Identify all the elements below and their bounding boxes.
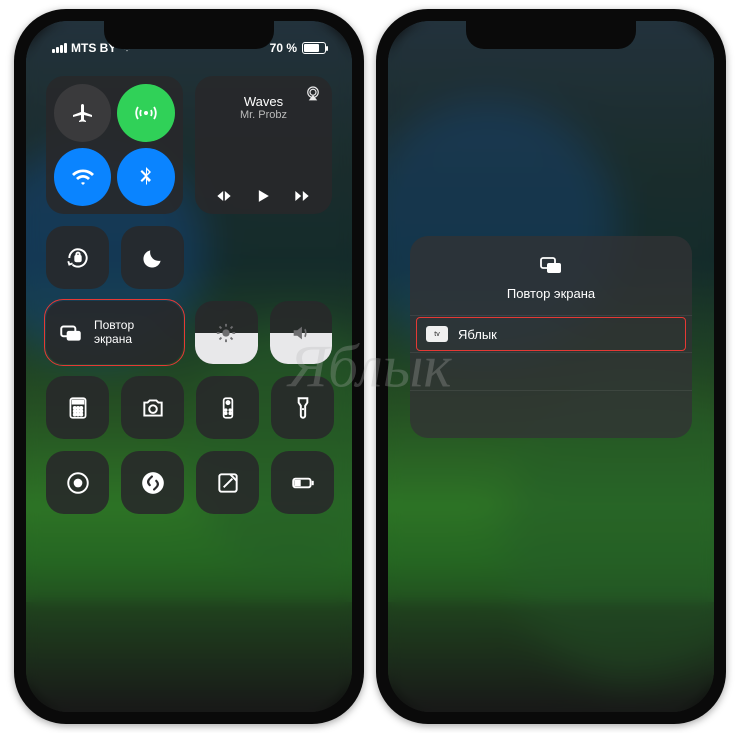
airplay-icon[interactable] (304, 84, 322, 102)
airplane-mode-toggle[interactable] (54, 84, 111, 142)
cellular-data-icon (134, 101, 158, 125)
control-center: Waves Mr. Probz (26, 21, 352, 712)
notch (466, 21, 636, 49)
media-tile[interactable]: Waves Mr. Probz (195, 76, 332, 214)
battery-percent: 70 % (270, 41, 297, 55)
empty-row (410, 390, 692, 428)
orientation-lock-button[interactable] (46, 226, 109, 289)
phone-right: Повтор экрана tv Яблык (376, 9, 726, 724)
notch (104, 21, 274, 49)
screen-mirroring-panel: Повтор экрана tv Яблык (410, 236, 692, 438)
calculator-button[interactable] (46, 376, 109, 439)
empty-row (410, 352, 692, 390)
quick-note-button[interactable] (196, 451, 259, 514)
camera-icon (140, 395, 166, 421)
brightness-icon (215, 322, 237, 344)
shazam-icon (140, 470, 166, 496)
airplane-icon (71, 101, 95, 125)
do-not-disturb-icon (140, 245, 166, 271)
calculator-icon (65, 395, 91, 421)
flashlight-icon (290, 395, 316, 421)
screen-mirroring-icon (58, 320, 84, 346)
device-name: Яблык (458, 327, 497, 342)
do-not-disturb-button[interactable] (121, 226, 184, 289)
screen-mirroring-icon (536, 254, 566, 278)
apple-tv-device-icon: tv (426, 326, 448, 342)
camera-button[interactable] (121, 376, 184, 439)
shazam-button[interactable] (121, 451, 184, 514)
volume-slider[interactable] (270, 301, 332, 364)
orientation-lock-icon (65, 245, 91, 271)
volume-icon (290, 322, 312, 344)
quick-note-icon (215, 470, 241, 496)
screen-record-icon (65, 470, 91, 496)
apple-tv-remote-icon (215, 395, 241, 421)
screen-record-button[interactable] (46, 451, 109, 514)
device-item[interactable]: tv Яблык (410, 315, 692, 352)
brightness-slider[interactable] (195, 301, 257, 364)
highlight-box (416, 317, 686, 351)
screen-mirroring-button[interactable]: Повторэкрана (46, 301, 183, 364)
flashlight-button[interactable] (271, 376, 334, 439)
apple-tv-remote-button[interactable] (196, 376, 259, 439)
connectivity-group[interactable] (46, 76, 183, 214)
low-power-icon (290, 470, 316, 496)
low-power-button[interactable] (271, 451, 334, 514)
cellular-data-toggle[interactable] (117, 84, 175, 142)
wifi-icon (71, 165, 95, 189)
wifi-toggle[interactable] (54, 148, 111, 206)
previous-track-icon[interactable] (214, 186, 234, 206)
battery-icon (302, 42, 326, 54)
media-artist: Mr. Probz (205, 109, 322, 121)
bluetooth-icon (134, 165, 158, 189)
bluetooth-toggle[interactable] (117, 148, 175, 206)
screen-left: MTS BY 70 % (26, 21, 352, 712)
screen-right: Повтор экрана tv Яблык (388, 21, 714, 712)
next-track-icon[interactable] (292, 186, 312, 206)
panel-title: Повтор экрана (410, 286, 692, 301)
play-icon[interactable] (253, 186, 273, 206)
phone-left: MTS BY 70 % (14, 9, 364, 724)
cell-signal-icon (52, 43, 67, 53)
screen-mirroring-label: Повторэкрана (94, 319, 134, 347)
